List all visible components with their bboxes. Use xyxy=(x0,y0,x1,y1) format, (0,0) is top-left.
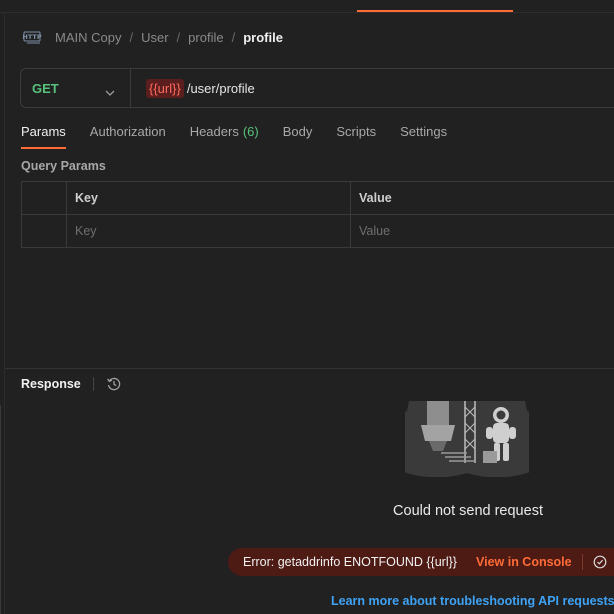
http-request-icon: HTTP xyxy=(23,28,43,46)
response-header: Response xyxy=(21,375,122,393)
error-banner: Error: getaddrinfo ENOTFOUND {{url}} Vie… xyxy=(228,548,614,576)
tab-authorization[interactable]: Authorization xyxy=(90,124,166,148)
tab-headers[interactable]: Headers (6) xyxy=(190,124,259,148)
divider xyxy=(92,377,94,391)
svg-text:HTTP: HTTP xyxy=(23,33,42,41)
tab-body[interactable]: Body xyxy=(283,124,313,148)
breadcrumb-separator: / xyxy=(129,29,134,45)
response-title: Response xyxy=(21,377,81,391)
tab-settings[interactable]: Settings xyxy=(400,124,447,148)
breadcrumb-separator: / xyxy=(231,29,236,45)
tab-strip-border xyxy=(0,12,614,13)
row-checkbox-cell xyxy=(22,215,67,247)
pane-border xyxy=(4,13,5,614)
method-select[interactable]: GET xyxy=(21,69,131,107)
error-message: Error: getaddrinfo ENOTFOUND {{url}} xyxy=(243,555,457,569)
pane-resize-handle[interactable] xyxy=(5,368,614,369)
query-params-title: Query Params xyxy=(21,159,106,173)
troubleshooting-link[interactable]: Learn more about troubleshooting API req… xyxy=(331,594,614,608)
breadcrumb-folder-user[interactable]: User xyxy=(141,30,168,45)
table-header-row: Key Value xyxy=(22,182,614,215)
tab-params[interactable]: Params xyxy=(21,124,66,149)
could-not-send-illustration xyxy=(374,401,560,478)
param-value-input[interactable]: Value xyxy=(351,215,614,247)
request-tabs: Params Authorization Headers (6) Body Scr… xyxy=(21,124,471,150)
breadcrumb: HTTP MAIN Copy / User / profile / profil… xyxy=(23,26,283,48)
error-title: Could not send request xyxy=(393,503,543,519)
param-key-input[interactable]: Key xyxy=(67,215,351,247)
request-name[interactable]: profile xyxy=(243,30,283,45)
chevron-down-icon xyxy=(105,84,115,102)
url-bar: GET {{url}} /user/profile xyxy=(20,68,614,108)
breadcrumb-collection[interactable]: MAIN Copy xyxy=(55,30,121,45)
view-in-console-link[interactable]: View in Console xyxy=(476,555,572,569)
headers-count-badge: (6) xyxy=(242,124,259,139)
column-header-key: Key xyxy=(67,182,351,214)
method-label: GET xyxy=(32,80,59,96)
url-input[interactable]: {{url}} /user/profile xyxy=(131,78,255,98)
breadcrumb-folder-profile[interactable]: profile xyxy=(188,30,223,45)
breadcrumb-separator: / xyxy=(176,29,181,45)
tab-scripts[interactable]: Scripts xyxy=(336,124,376,148)
column-header-value: Value xyxy=(351,182,614,214)
table-row: Key Value xyxy=(22,215,614,248)
query-params-table: Key Value Key Value xyxy=(21,181,614,248)
url-variable-token[interactable]: {{url}} xyxy=(146,78,184,98)
history-icon[interactable] xyxy=(106,376,122,392)
checkbox-column-header xyxy=(22,182,67,214)
retry-icon[interactable] xyxy=(592,554,608,570)
request-editor: HTTP MAIN Copy / User / profile / profil… xyxy=(0,0,614,614)
url-path: /user/profile xyxy=(186,80,255,96)
divider xyxy=(581,554,583,570)
